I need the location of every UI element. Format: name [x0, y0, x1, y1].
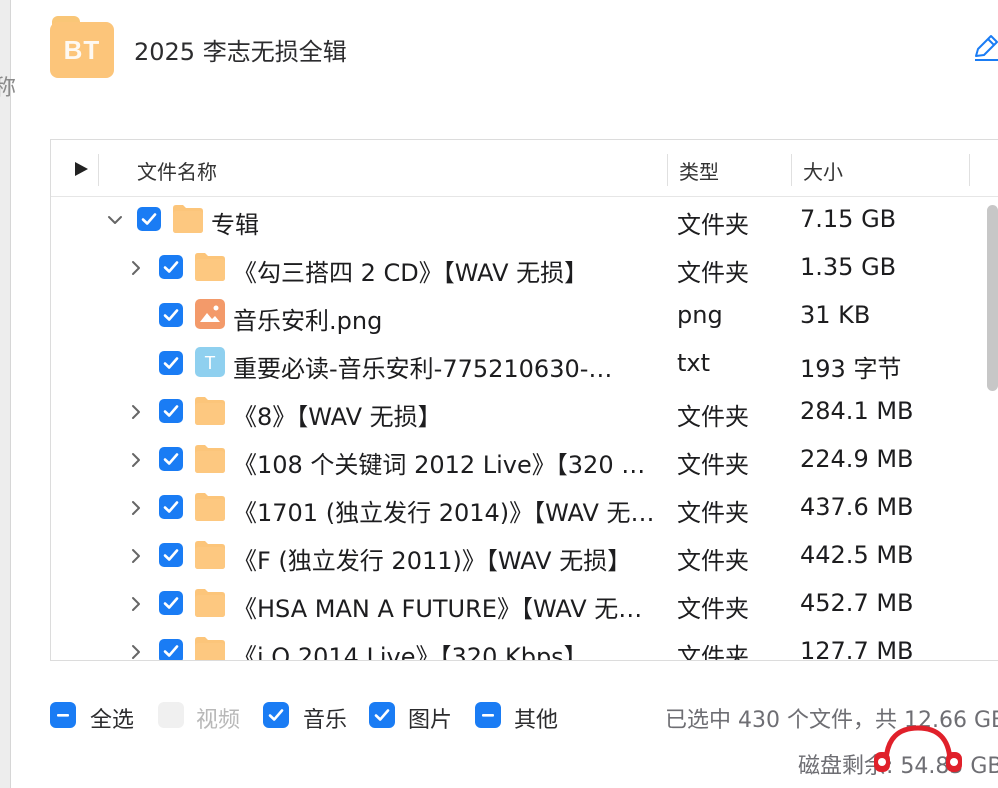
- chevron-right-icon[interactable]: [129, 404, 143, 419]
- chevron-right-icon[interactable]: [129, 548, 143, 563]
- file-name: 《108 个关键词 2012 Live》【320 K…: [233, 451, 657, 479]
- file-name: 专辑: [211, 211, 259, 239]
- chevron-down-icon[interactable]: [107, 212, 122, 226]
- row-checkbox[interactable]: [159, 639, 183, 660]
- file-type: 文件夹: [677, 595, 749, 623]
- headphones-watermark-icon: [874, 725, 962, 772]
- select-all-label[interactable]: 全选: [90, 702, 134, 734]
- other-filter-label[interactable]: 其他: [514, 702, 558, 734]
- folder-icon: [171, 202, 205, 234]
- file-name: 《8》【WAV 无损】: [233, 403, 442, 431]
- vertical-scrollbar[interactable]: [987, 205, 998, 391]
- file-name: 音乐安利.png: [233, 307, 383, 335]
- music-filter-label[interactable]: 音乐: [303, 702, 347, 734]
- expand-all-triangle-icon[interactable]: [75, 162, 88, 176]
- file-type: txt: [677, 349, 711, 377]
- file-type: 文件夹: [677, 259, 749, 287]
- file-name: 《1701 (独立发行 2014)》【WAV 无…: [233, 499, 655, 527]
- file-size: 452.7 MB: [800, 589, 914, 617]
- folder-icon: [193, 490, 227, 522]
- file-size: 284.1 MB: [800, 397, 914, 425]
- row-checkbox[interactable]: [159, 399, 183, 423]
- column-size-header[interactable]: 大小: [803, 156, 843, 185]
- file-size: 1.35 GB: [800, 253, 897, 281]
- chevron-right-icon[interactable]: [129, 452, 143, 467]
- file-name: 《F (独立发行 2011)》【WAV 无损】: [233, 547, 632, 575]
- image-filter-label[interactable]: 图片: [408, 702, 452, 734]
- filter-bar: 全选 视频 音乐 图片 其他 已选中 430 个文件，共 12.66 GB: [50, 700, 998, 740]
- chevron-right-icon[interactable]: [129, 596, 143, 611]
- music-filter-checkbox[interactable]: [263, 702, 289, 728]
- file-type: 文件夹: [677, 211, 749, 239]
- file-type: 文件夹: [677, 643, 749, 661]
- table-row[interactable]: 《8》【WAV 无损】 文件夹 284.1 MB: [51, 388, 998, 436]
- file-type: 文件夹: [677, 451, 749, 479]
- torrent-title: 2025 李志无损全辑: [134, 38, 347, 66]
- chevron-right-icon[interactable]: [129, 260, 143, 275]
- image-file-icon: [193, 298, 227, 330]
- folder-icon: [193, 634, 227, 660]
- file-name: 《i O 2014 Live》【320 Kbps】: [233, 643, 588, 661]
- file-size: 127.7 MB: [800, 637, 914, 661]
- file-name: 《HSA MAN A FUTURE》【WAV 无…: [233, 595, 643, 623]
- file-type: png: [677, 301, 723, 329]
- other-filter-checkbox[interactable]: [475, 702, 501, 728]
- background-window-edge: 称: [0, 0, 16, 788]
- bt-file-icon: BT: [50, 14, 114, 78]
- file-size: 31 KB: [800, 301, 871, 329]
- chevron-right-icon[interactable]: [129, 500, 143, 515]
- folder-icon: [193, 394, 227, 426]
- file-type: 文件夹: [677, 547, 749, 575]
- table-row[interactable]: 《i O 2014 Live》【320 Kbps】 文件夹 127.7 MB: [51, 628, 998, 661]
- background-window-text: 称: [0, 76, 17, 101]
- folder-icon: [193, 586, 227, 618]
- row-checkbox[interactable]: [159, 495, 183, 519]
- select-all-checkbox[interactable]: [50, 702, 76, 728]
- pencil-edit-icon[interactable]: [972, 34, 998, 62]
- folder-icon: [193, 538, 227, 570]
- row-checkbox[interactable]: [159, 255, 183, 279]
- table-row[interactable]: 《1701 (独立发行 2014)》【WAV 无… 文件夹 437.6 MB: [51, 484, 998, 532]
- video-filter-checkbox: [158, 702, 184, 728]
- file-name: 重要必读-音乐安利-775210630-…: [233, 355, 613, 383]
- svg-text:T: T: [205, 353, 216, 373]
- table-row[interactable]: T 重要必读-音乐安利-775210630-… txt 193 字节: [51, 340, 998, 388]
- table-row[interactable]: 《F (独立发行 2011)》【WAV 无损】 文件夹 442.5 MB: [51, 532, 998, 580]
- row-checkbox[interactable]: [159, 351, 183, 375]
- file-size: 7.15 GB: [800, 205, 897, 233]
- table-row[interactable]: 《HSA MAN A FUTURE》【WAV 无… 文件夹 452.7 MB: [51, 580, 998, 628]
- row-checkbox[interactable]: [159, 543, 183, 567]
- file-size: 437.6 MB: [800, 493, 914, 521]
- row-checkbox[interactable]: [159, 591, 183, 615]
- table-row[interactable]: 音乐安利.png png 31 KB: [51, 292, 998, 340]
- row-checkbox[interactable]: [159, 303, 183, 327]
- file-size: 442.5 MB: [800, 541, 914, 569]
- row-checkbox[interactable]: [159, 447, 183, 471]
- bt-badge-text: BT: [63, 34, 101, 65]
- video-filter-label: 视频: [196, 708, 241, 733]
- file-type: 文件夹: [677, 499, 749, 527]
- file-type: 文件夹: [677, 403, 749, 431]
- image-filter-checkbox[interactable]: [369, 702, 395, 728]
- column-name-header[interactable]: 文件名称: [137, 156, 217, 185]
- folder-icon: [193, 442, 227, 474]
- file-list-table: 文件名称 类型 大小 专辑 文件夹 7.15 GB 《勾三搭四 2 CD》【WAV 无…: [50, 139, 998, 661]
- folder-icon: [193, 250, 227, 282]
- table-row[interactable]: 《108 个关键词 2012 Live》【320 K… 文件夹 224.9 MB: [51, 436, 998, 484]
- table-header: 文件名称 类型 大小: [51, 140, 998, 197]
- torrent-header: BT 2025 李志无损全辑: [50, 14, 998, 80]
- file-size: 193 字节: [800, 355, 902, 383]
- text-file-icon: T: [193, 346, 227, 378]
- file-name: 《勾三搭四 2 CD》【WAV 无损】: [233, 259, 589, 287]
- table-row[interactable]: 《勾三搭四 2 CD》【WAV 无损】 文件夹 1.35 GB: [51, 244, 998, 292]
- file-size: 224.9 MB: [800, 445, 914, 473]
- chevron-right-icon[interactable]: [129, 644, 143, 659]
- table-row[interactable]: 专辑 文件夹 7.15 GB: [51, 196, 998, 244]
- column-type-header[interactable]: 类型: [679, 156, 719, 185]
- row-checkbox[interactable]: [137, 207, 161, 231]
